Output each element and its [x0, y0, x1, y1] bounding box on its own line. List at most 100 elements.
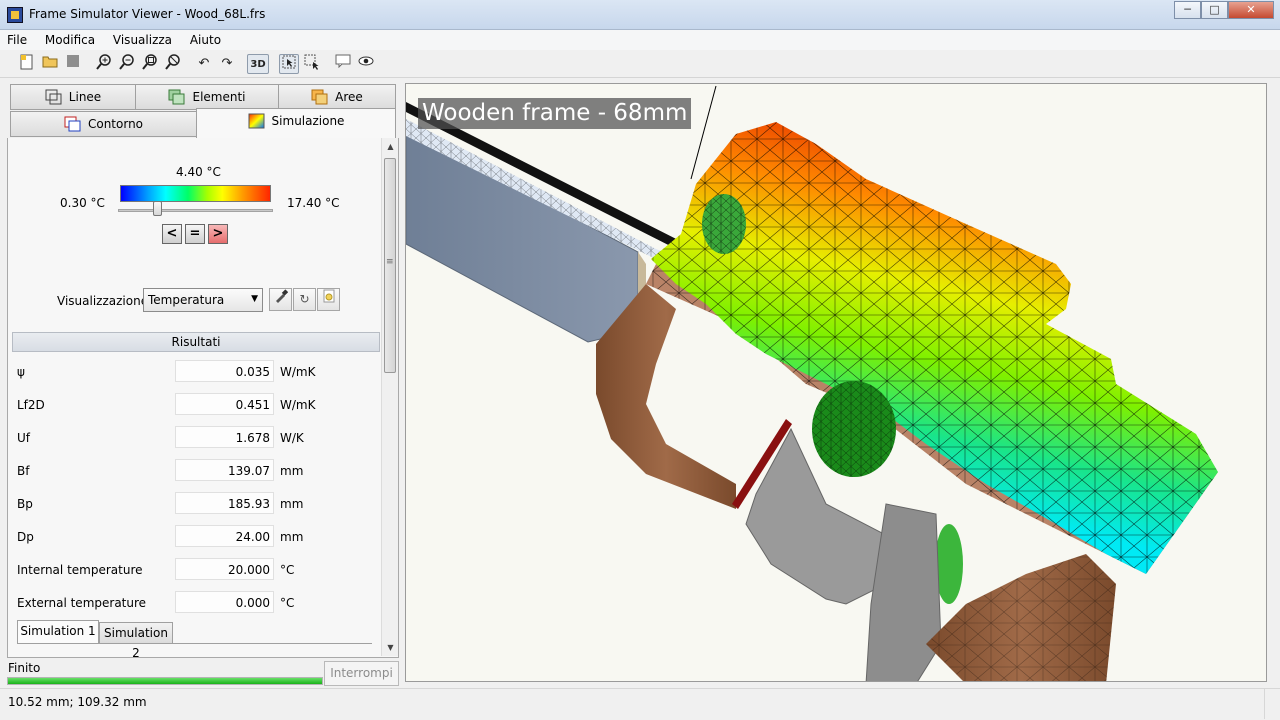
eyedropper-icon[interactable] — [269, 288, 292, 311]
result-row: ψ 0.035 W/mK — [17, 360, 377, 384]
result-value: 185.93 — [175, 492, 274, 514]
maximize-button[interactable]: □ — [1201, 1, 1228, 19]
zoom-out-icon[interactable] — [117, 54, 137, 74]
undo-icon[interactable]: ↶ — [194, 54, 214, 74]
result-value: 20.000 — [175, 558, 274, 580]
open-folder-icon[interactable] — [40, 54, 60, 74]
status-bar: 10.52 mm; 109.32 mm — [0, 688, 1280, 720]
prev-button[interactable]: < — [162, 224, 182, 244]
result-unit: W/K — [280, 431, 304, 445]
result-row: Internal temperature 20.000 °C — [17, 558, 377, 582]
menu-file[interactable]: File — [0, 30, 34, 47]
tab-aree-label: Aree — [335, 90, 363, 104]
isotherm-slider-thumb[interactable] — [153, 201, 162, 216]
close-button[interactable]: ✕ — [1228, 1, 1274, 19]
isotherm-slider-track[interactable] — [118, 209, 273, 212]
refresh-icon[interactable]: ↻ — [293, 288, 316, 311]
simulation-panel: ▲ ▼ 4.40 °C 0.30 °C 17.40 °C < = > Visua… — [7, 138, 399, 658]
left-panel: Linee Elementi Aree Contorno Simulazione… — [7, 82, 399, 658]
tab-contorno[interactable]: Contorno — [10, 111, 197, 137]
result-value: 139.07 — [175, 459, 274, 481]
result-label: Bp — [17, 497, 33, 511]
viewport-title: Wooden frame - 68mm — [418, 98, 692, 129]
result-label: ψ — [17, 365, 25, 379]
stop-button[interactable]: Interrompi — [324, 661, 399, 686]
result-value: 1.678 — [175, 426, 274, 448]
viewport-3d[interactable]: Wooden frame - 68mm — [405, 83, 1267, 682]
minimize-button[interactable]: ─ — [1174, 1, 1201, 19]
redo-icon[interactable]: ↷ — [217, 54, 237, 74]
zoom-extent-icon[interactable] — [140, 54, 160, 74]
tab-simulation-1[interactable]: Simulation 1 — [17, 620, 99, 644]
legend-current-value: 4.40 °C — [176, 165, 221, 179]
visualization-label: Visualizzazione: — [57, 294, 153, 308]
result-unit: °C — [280, 596, 295, 610]
window-title: Frame Simulator Viewer - Wood_68L.frs — [29, 7, 266, 21]
scroll-thumb[interactable] — [384, 158, 396, 373]
select-pointer-icon[interactable] — [279, 54, 299, 74]
chevron-down-icon: ▼ — [251, 294, 258, 304]
stop-icon[interactable] — [63, 54, 83, 74]
areas-icon — [311, 89, 329, 105]
comment-icon[interactable] — [333, 54, 353, 74]
result-label: Dp — [17, 530, 34, 544]
result-label: Lf2D — [17, 398, 45, 412]
simulation-icon — [248, 113, 266, 129]
result-row: External temperature 0.000 °C — [17, 591, 377, 615]
eye-icon[interactable] — [356, 54, 376, 74]
result-unit: mm — [280, 464, 304, 478]
result-label: External temperature — [17, 596, 147, 610]
visualization-select[interactable]: Temperatura ▼ — [143, 288, 263, 312]
export-icon[interactable] — [317, 288, 340, 311]
result-value: 0.000 — [175, 591, 274, 613]
tab-linee[interactable]: Linee — [10, 84, 136, 110]
status-divider — [1264, 689, 1265, 719]
menu-modifica[interactable]: Modifica — [38, 30, 102, 47]
app-icon — [7, 7, 23, 23]
scroll-up-icon[interactable]: ▲ — [382, 138, 398, 155]
window-controls: ─ □ ✕ — [1174, 1, 1274, 19]
tab-simulazione[interactable]: Simulazione — [196, 108, 396, 139]
menu-visualizza[interactable]: Visualizza — [106, 30, 179, 47]
scroll-down-icon[interactable]: ▼ — [382, 639, 398, 656]
result-value: 0.451 — [175, 393, 274, 415]
next-button[interactable]: > — [208, 224, 228, 244]
lines-icon — [45, 89, 63, 105]
sim-tab-divider — [17, 643, 372, 644]
select-area-icon[interactable] — [302, 54, 322, 74]
visualization-selected: Temperatura — [148, 293, 225, 307]
result-value: 0.035 — [175, 360, 274, 382]
results-header: Risultati — [12, 332, 380, 352]
status-text: Finito — [8, 661, 41, 675]
tab-linee-label: Linee — [68, 90, 102, 104]
toolbar: ↶ ↷ 3D — [0, 50, 1280, 78]
title-bar: Frame Simulator Viewer - Wood_68L.frs ─ … — [0, 0, 1280, 30]
equal-button[interactable]: = — [185, 224, 205, 244]
3d-view-button[interactable]: 3D — [247, 54, 269, 74]
result-row: Dp 24.00 mm — [17, 525, 377, 549]
tab-elementi-label: Elementi — [192, 90, 246, 104]
result-row: Bf 139.07 mm — [17, 459, 377, 483]
panel-scrollbar[interactable]: ▲ ▼ — [381, 138, 398, 656]
elements-icon — [168, 89, 186, 105]
tab-simulazione-label: Simulazione — [271, 114, 345, 128]
tab-elementi[interactable]: Elementi — [135, 84, 279, 110]
result-label: Internal temperature — [17, 563, 143, 577]
new-file-icon[interactable] — [17, 54, 37, 74]
temperature-colorbar — [120, 185, 271, 202]
result-unit: mm — [280, 497, 304, 511]
tab-aree[interactable]: Aree — [278, 84, 396, 110]
result-unit: W/mK — [280, 398, 316, 412]
progress-bar — [7, 677, 323, 685]
tab-simulation-2[interactable]: Simulation 2 — [99, 622, 173, 657]
menu-aiuto[interactable]: Aiuto — [183, 30, 228, 47]
zoom-window-icon[interactable] — [163, 54, 183, 74]
cursor-coordinates: 10.52 mm; 109.32 mm — [8, 695, 147, 709]
menu-bar: File Modifica Visualizza Aiuto — [0, 30, 1280, 50]
result-label: Uf — [17, 431, 31, 445]
zoom-in-icon[interactable] — [94, 54, 114, 74]
frame-section-render — [406, 85, 1218, 681]
result-unit: W/mK — [280, 365, 316, 379]
result-row: Lf2D 0.451 W/mK — [17, 393, 377, 417]
result-value: 24.00 — [175, 525, 274, 547]
